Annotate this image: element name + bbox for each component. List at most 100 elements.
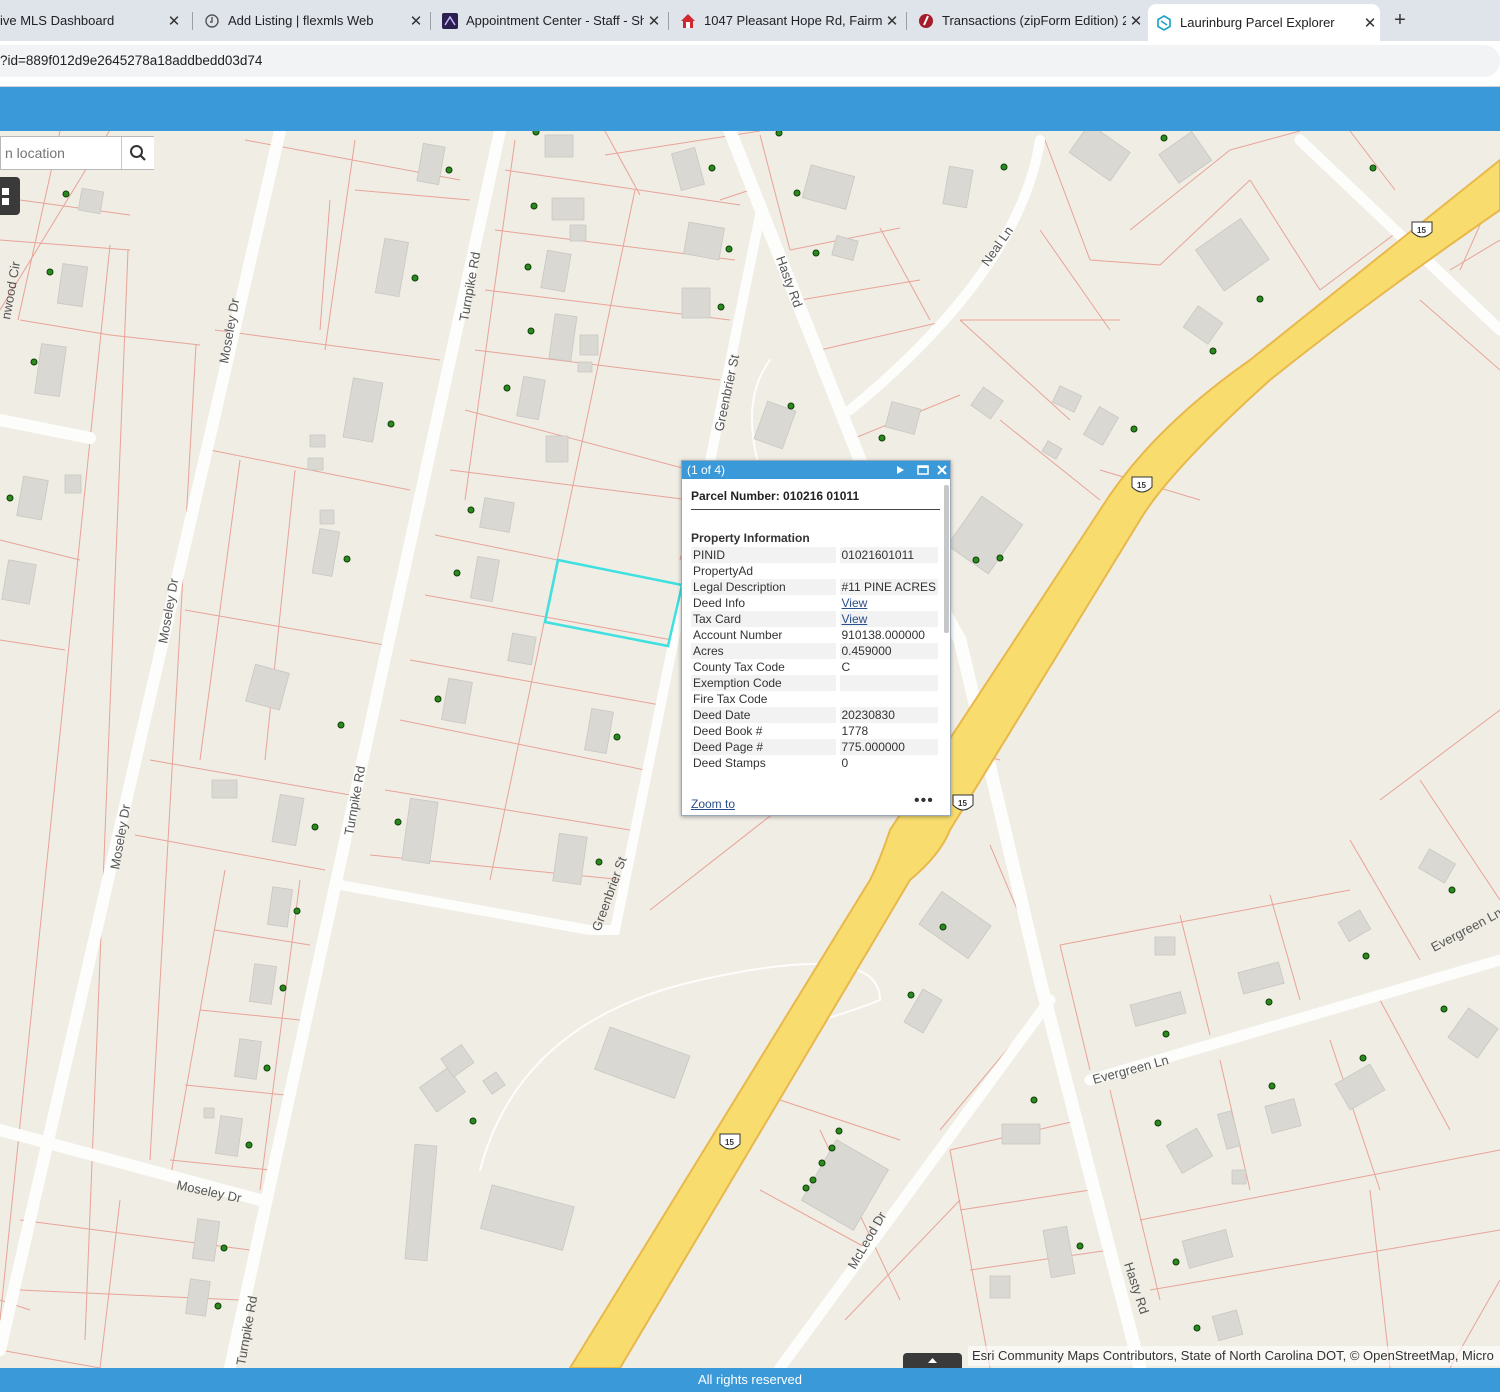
svg-text:Evergreen Ln: Evergreen Ln <box>1428 905 1500 955</box>
section-title: Property Information <box>691 531 810 545</box>
parcel-popup: (1 of 4) Parcel Number: 010216 01011 Pro… <box>681 460 951 816</box>
svg-text:Neal Ln: Neal Ln <box>978 223 1016 268</box>
attribute-row: Deed Date 20230830 <box>691 707 938 723</box>
svg-text:Moseley Dr: Moseley Dr <box>107 803 133 871</box>
popup-header: (1 of 4) <box>682 461 950 479</box>
zoom-to-link[interactable]: Zoom to <box>691 797 735 811</box>
play-icon <box>897 466 904 474</box>
tab-title: Add Listing | flexmls Web <box>228 13 374 28</box>
attribute-key: Fire Tax Code <box>693 692 768 706</box>
attribute-value: 20230830 <box>835 707 938 723</box>
widget-toggle-button[interactable] <box>0 177 20 215</box>
attribute-value <box>835 563 938 579</box>
app-header <box>0 87 1500 131</box>
attribute-key: Deed Info <box>693 596 746 610</box>
search-input[interactable] <box>1 137 121 169</box>
map-attribution: Esri Community Maps Contributors, State … <box>968 1346 1500 1366</box>
attribute-value: 775.000000 <box>835 739 938 755</box>
route-shield-icon: 15 <box>719 1133 741 1150</box>
showingtime-icon <box>442 12 458 29</box>
close-tab-icon[interactable]: ✕ <box>882 12 902 30</box>
close-icon <box>937 465 947 475</box>
attribute-key: Deed Date <box>691 707 838 723</box>
selected-parcel[interactable] <box>543 558 684 648</box>
arcgis-icon <box>1156 14 1172 31</box>
grid-icon <box>2 188 9 205</box>
tab-parcel-explorer[interactable]: Laurinburg Parcel Explorer ✕ <box>1148 4 1380 41</box>
browser-tab-bar: ive MLS Dashboard ✕ Add Listing | flexml… <box>0 0 1500 41</box>
attribute-row: Deed Stamps 0 <box>691 755 938 771</box>
next-feature-button[interactable] <box>893 463 907 477</box>
popup-scrollbar[interactable] <box>944 485 949 633</box>
tab-title: Transactions (zipForm Edition) 2 <box>942 13 1126 28</box>
svg-text:Evergreen Ln: Evergreen Ln <box>1091 1052 1170 1087</box>
svg-text:Greenbrier St: Greenbrier St <box>711 353 742 433</box>
more-options-icon[interactable]: ••• <box>914 792 934 810</box>
attribute-row: PropertyAd <box>691 563 938 579</box>
attribute-value: #11 PINE ACRES <box>835 579 938 595</box>
view-link[interactable]: View <box>842 596 868 610</box>
svg-text:Hasty Rd: Hasty Rd <box>773 254 805 309</box>
svg-text:15: 15 <box>725 1138 734 1147</box>
route-shield-icon: 15 <box>1411 221 1433 238</box>
zipform-icon <box>918 13 934 29</box>
close-tab-icon[interactable]: ✕ <box>1126 12 1146 30</box>
tab-title: Appointment Center - Staff - Sh <box>466 13 644 28</box>
attribute-key: Deed Book # <box>693 724 763 738</box>
attribute-table: PINID 01021601011 PropertyAd Legal Descript… <box>691 547 938 771</box>
close-tab-icon[interactable]: ✕ <box>406 12 426 30</box>
attribute-key: Exemption Code <box>691 675 838 691</box>
maximize-button[interactable] <box>916 463 930 477</box>
close-tab-icon[interactable]: ✕ <box>644 12 664 30</box>
route-shield-icon: 15 <box>952 794 974 811</box>
flexmls-icon <box>204 13 220 29</box>
attribute-key: Legal Description <box>691 579 838 595</box>
tab-transactions[interactable]: Transactions (zipForm Edition) 2 ✕ <box>910 4 1146 37</box>
tab-appointment-center[interactable]: Appointment Center - Staff - Sh ✕ <box>434 4 664 37</box>
attribute-value: 0.459000 <box>835 643 938 659</box>
attribute-key: PINID <box>691 547 838 563</box>
close-tab-icon[interactable]: ✕ <box>164 12 184 30</box>
attribute-value: 0 <box>835 755 938 771</box>
attribution-toggle-button[interactable] <box>903 1353 962 1368</box>
tab-mls-dashboard[interactable]: ive MLS Dashboard ✕ <box>0 4 184 37</box>
attribute-value <box>835 675 938 691</box>
app-footer: All rights reserved <box>0 1368 1500 1392</box>
route-shield-icon: 15 <box>1131 476 1153 493</box>
attribute-value: C <box>835 659 938 675</box>
address-bar: ?id=889f012d9e2645278a18addbedd03d74 <box>0 41 1500 81</box>
attribute-value: View <box>835 595 938 611</box>
close-popup-button[interactable] <box>935 463 949 477</box>
house-icon <box>680 13 696 29</box>
new-tab-icon[interactable]: + <box>1388 8 1412 32</box>
svg-text:Moseley Dr: Moseley Dr <box>155 577 181 645</box>
popup-counter: (1 of 4) <box>687 463 726 477</box>
attribute-key: PropertyAd <box>693 564 754 578</box>
attribute-row: County Tax Code C <box>691 659 938 675</box>
search-button[interactable] <box>121 137 154 169</box>
view-link[interactable]: View <box>842 612 868 626</box>
attribute-value: 1778 <box>835 723 938 739</box>
close-tab-icon[interactable]: ✕ <box>1360 14 1380 32</box>
svg-text:Turnpike Rd: Turnpike Rd <box>341 765 368 837</box>
tab-listing-address[interactable]: 1047 Pleasant Hope Rd, Fairmo ✕ <box>672 4 902 37</box>
attribute-key: Deed Stamps <box>693 756 766 770</box>
attribute-row: PINID 01021601011 <box>691 547 938 563</box>
attribute-row: Fire Tax Code <box>691 691 938 707</box>
tab-add-listing[interactable]: Add Listing | flexmls Web ✕ <box>196 4 426 37</box>
attribute-row: Deed Page #775.000000 <box>691 739 938 755</box>
attribute-key: Account Number <box>693 628 783 642</box>
attribute-value: 01021601011 <box>835 547 938 563</box>
attribute-key: County Tax Code <box>693 660 785 674</box>
chevron-up-icon <box>928 1358 937 1363</box>
attribute-key: Deed Page # <box>691 739 838 755</box>
attribute-row: Tax Card View <box>691 611 938 627</box>
maximize-icon <box>917 465 929 475</box>
attribute-row: Exemption Code <box>691 675 938 691</box>
svg-text:15: 15 <box>1137 481 1146 490</box>
location-search <box>0 136 154 170</box>
tab-title: 1047 Pleasant Hope Rd, Fairmo <box>704 13 882 28</box>
attribute-row: Acres 0.459000 <box>691 643 938 659</box>
attribute-key: Acres <box>691 643 838 659</box>
url-field[interactable]: ?id=889f012d9e2645278a18addbedd03d74 <box>0 45 1500 77</box>
